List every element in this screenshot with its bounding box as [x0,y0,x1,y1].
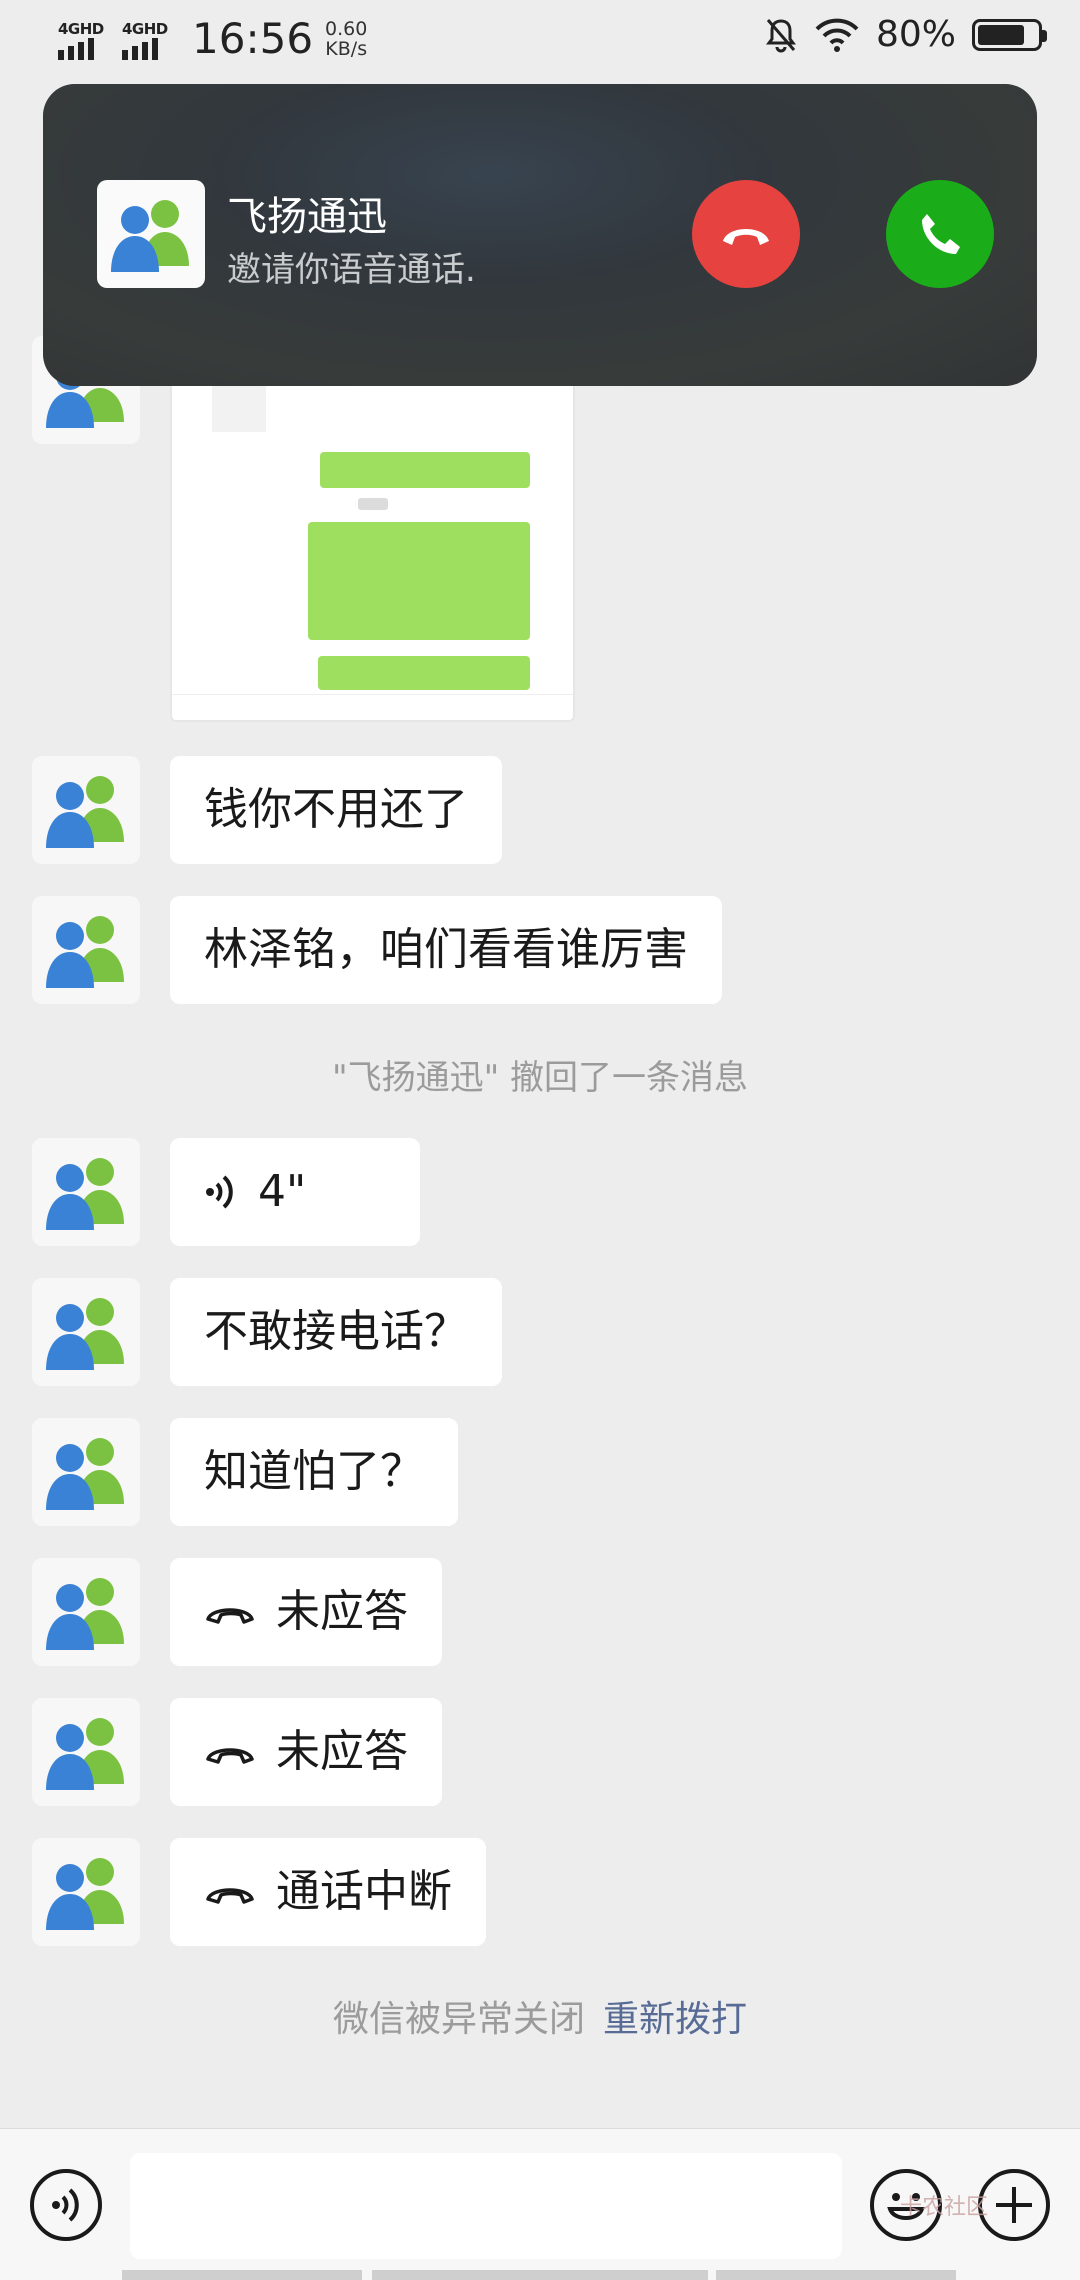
avatar[interactable] [32,1418,140,1526]
avatar[interactable] [32,1138,140,1246]
input-bar: 卡农社区 [0,2128,1080,2280]
voice-input-button[interactable] [30,2169,102,2241]
contact-avatar-icon [111,200,189,272]
avatar[interactable] [32,896,140,1004]
signal-icon: 4GHD [58,16,116,62]
message-input[interactable] [130,2153,842,2259]
avatar[interactable] [32,1558,140,1666]
avatar[interactable] [32,1698,140,1806]
speed-unit: KB/s [325,37,368,60]
avatar[interactable] [32,1278,140,1386]
caller-name: 飞扬通迅 [227,194,387,240]
watermark-text: 卡农社区 [900,2195,989,2220]
message-bubble[interactable]: 不敢接电话？ [170,1278,502,1386]
voice-icon [52,2188,79,2222]
decline-call-button[interactable] [692,180,800,288]
call-invite-text: 邀请你语音通话. [227,250,476,290]
network-speed: 0.60 KB/s [325,19,367,59]
call-status: 未应答 [276,1586,408,1637]
phone-icon [922,214,960,254]
image-message[interactable] [170,370,575,722]
contact-avatar-icon [46,1298,124,1370]
recall-notice: "飞扬通迅" 撤回了一条消息 [331,1058,749,1098]
network-type-2: 4GHD [122,19,168,38]
message-bubble[interactable]: 钱你不用还了 [170,756,502,864]
contact-avatar-icon [46,1718,124,1790]
nav-hint-bar [716,2270,956,2280]
call-record[interactable]: 未应答 [170,1558,442,1666]
hangup-icon [204,1879,256,1905]
call-status: 未应答 [276,1726,408,1777]
more-button[interactable] [978,2169,1050,2241]
voice-message[interactable]: 4" [170,1138,420,1246]
message-text: 不敢接电话？ [204,1306,468,1357]
call-record[interactable]: 通话中断 [170,1838,486,1946]
call-record[interactable]: 未应答 [170,1698,442,1806]
message-text: 林泽铭，咱们看看谁厉害 [204,924,688,975]
caller-avatar [97,180,205,288]
message-text: 钱你不用还了 [204,784,468,835]
nav-hint-bar [122,2270,362,2280]
battery-icon [972,18,1047,51]
wifi-icon [815,18,859,52]
avatar[interactable] [32,756,140,864]
redial-link[interactable]: 重新拨打 [603,1999,747,2040]
nav-hint-bar [372,2270,708,2280]
voice-duration: 4" [258,1166,307,1217]
call-status: 通话中断 [276,1866,452,1917]
contact-avatar-icon [46,1438,124,1510]
contact-avatar-icon [46,776,124,848]
speed-value: 0.60 [325,17,368,40]
signal-icon-2: 4GHD [122,16,180,62]
hangup-icon [723,229,769,245]
incoming-call-banner[interactable]: 飞扬通迅 邀请你语音通话. [43,84,1037,386]
message-bubble[interactable]: 知道怕了？ [170,1418,458,1526]
avatar[interactable] [32,1838,140,1946]
contact-avatar-icon [46,916,124,988]
clock: 16:56 [192,14,314,63]
hangup-icon [204,1599,256,1625]
message-bubble[interactable]: 林泽铭，咱们看看谁厉害 [170,896,722,1004]
network-type: 4GHD [58,19,104,38]
crash-notice-text: 微信被异常关闭 [332,1999,585,2040]
voice-wave-icon [204,1172,238,1212]
contact-avatar-icon [46,1858,124,1930]
accept-call-button[interactable] [886,180,994,288]
contact-avatar-icon [46,1578,124,1650]
crash-notice: 微信被异常关闭 重新拨打 [0,1990,1080,2042]
battery-percent: 80% [875,14,956,55]
hangup-icon [204,1739,256,1765]
contact-avatar-icon [46,1158,124,1230]
mute-icon [765,18,796,52]
status-bar: 4GHD 4GHD 16:56 0.60 KB/s 80% [0,0,1080,82]
message-text: 知道怕了？ [204,1446,424,1497]
